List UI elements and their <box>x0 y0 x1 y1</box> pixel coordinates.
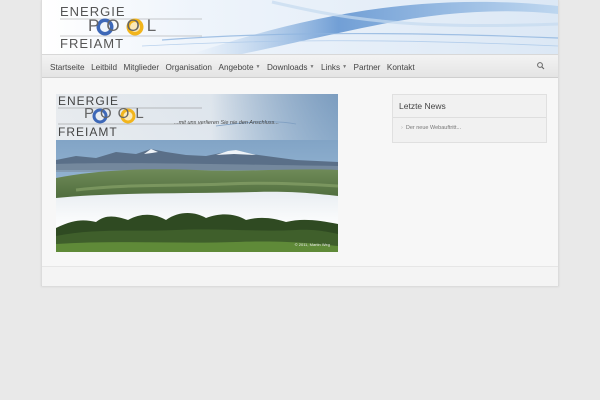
site-header: ENERGIE POOL FREIAMT <box>42 0 558 54</box>
nav-item-links[interactable]: Links ▼ <box>321 63 347 72</box>
chevron-right-icon: › <box>401 125 403 131</box>
latest-news-widget: Letzte News › Der neue Webauftritt... <box>392 94 547 143</box>
nav-item-organisation[interactable]: Organisation <box>166 63 212 72</box>
hero-slogan: ...mit uns verlieren Sie nie den Anschlu… <box>174 120 279 126</box>
page-container: ENERGIE POOL FREIAMT Startseite Leitbild M… <box>41 0 559 286</box>
nav-item-startseite[interactable]: Startseite <box>50 63 85 72</box>
photo-credit: © 2011, Martin Weg <box>294 242 330 247</box>
caret-down-icon: ▼ <box>255 64 261 71</box>
search-icon[interactable] <box>536 61 546 71</box>
footer-bar <box>42 266 558 286</box>
nav-item-label: Organisation <box>165 62 212 72</box>
news-item-link[interactable]: › Der neue Webauftritt... <box>401 125 461 131</box>
news-item-label: Der neue Webauftritt... <box>405 125 462 131</box>
nav-item-label: Mitglieder <box>123 62 160 72</box>
nav-item-angebote[interactable]: Angebote ▼ <box>218 63 260 72</box>
nav-item-label: Startseite <box>50 62 85 72</box>
hero-logo-line-3: FREIAMT <box>58 125 118 139</box>
nav-item-leitbild[interactable]: Leitbild <box>91 63 117 72</box>
logo-line-3: FREIAMT <box>60 36 125 51</box>
nav-item-partner[interactable]: Partner <box>354 63 381 72</box>
nav-item-label: Partner <box>353 62 381 72</box>
nav-item-label: Leitbild <box>91 62 118 72</box>
nav-item-label: Kontakt <box>386 62 415 72</box>
main-content: ENERGIE POOL FREIAMT ...mit uns verliere… <box>42 78 558 266</box>
nav-item-kontakt[interactable]: Kontakt <box>387 63 415 72</box>
caret-down-icon: ▼ <box>309 64 315 71</box>
nav-item-label: Links <box>320 62 341 72</box>
hero-banner-image: ENERGIE POOL FREIAMT ...mit uns verliere… <box>56 94 338 252</box>
main-navigation: Startseite Leitbild Mitglieder Organisation… <box>42 54 558 78</box>
widget-title: Letzte News <box>399 101 446 111</box>
nav-menu: Startseite Leitbild Mitglieder Organisation… <box>50 55 421 79</box>
caret-down-icon: ▼ <box>342 64 348 71</box>
nav-item-label: Angebote <box>218 62 254 72</box>
nav-item-label: Downloads <box>267 62 308 72</box>
hero-logo-line-2: POOL <box>84 105 150 122</box>
nav-item-downloads[interactable]: Downloads ▼ <box>267 63 314 72</box>
widget-divider <box>393 117 546 118</box>
logo-line-2: POOL <box>88 16 164 35</box>
nav-item-mitglieder[interactable]: Mitglieder <box>124 63 160 72</box>
